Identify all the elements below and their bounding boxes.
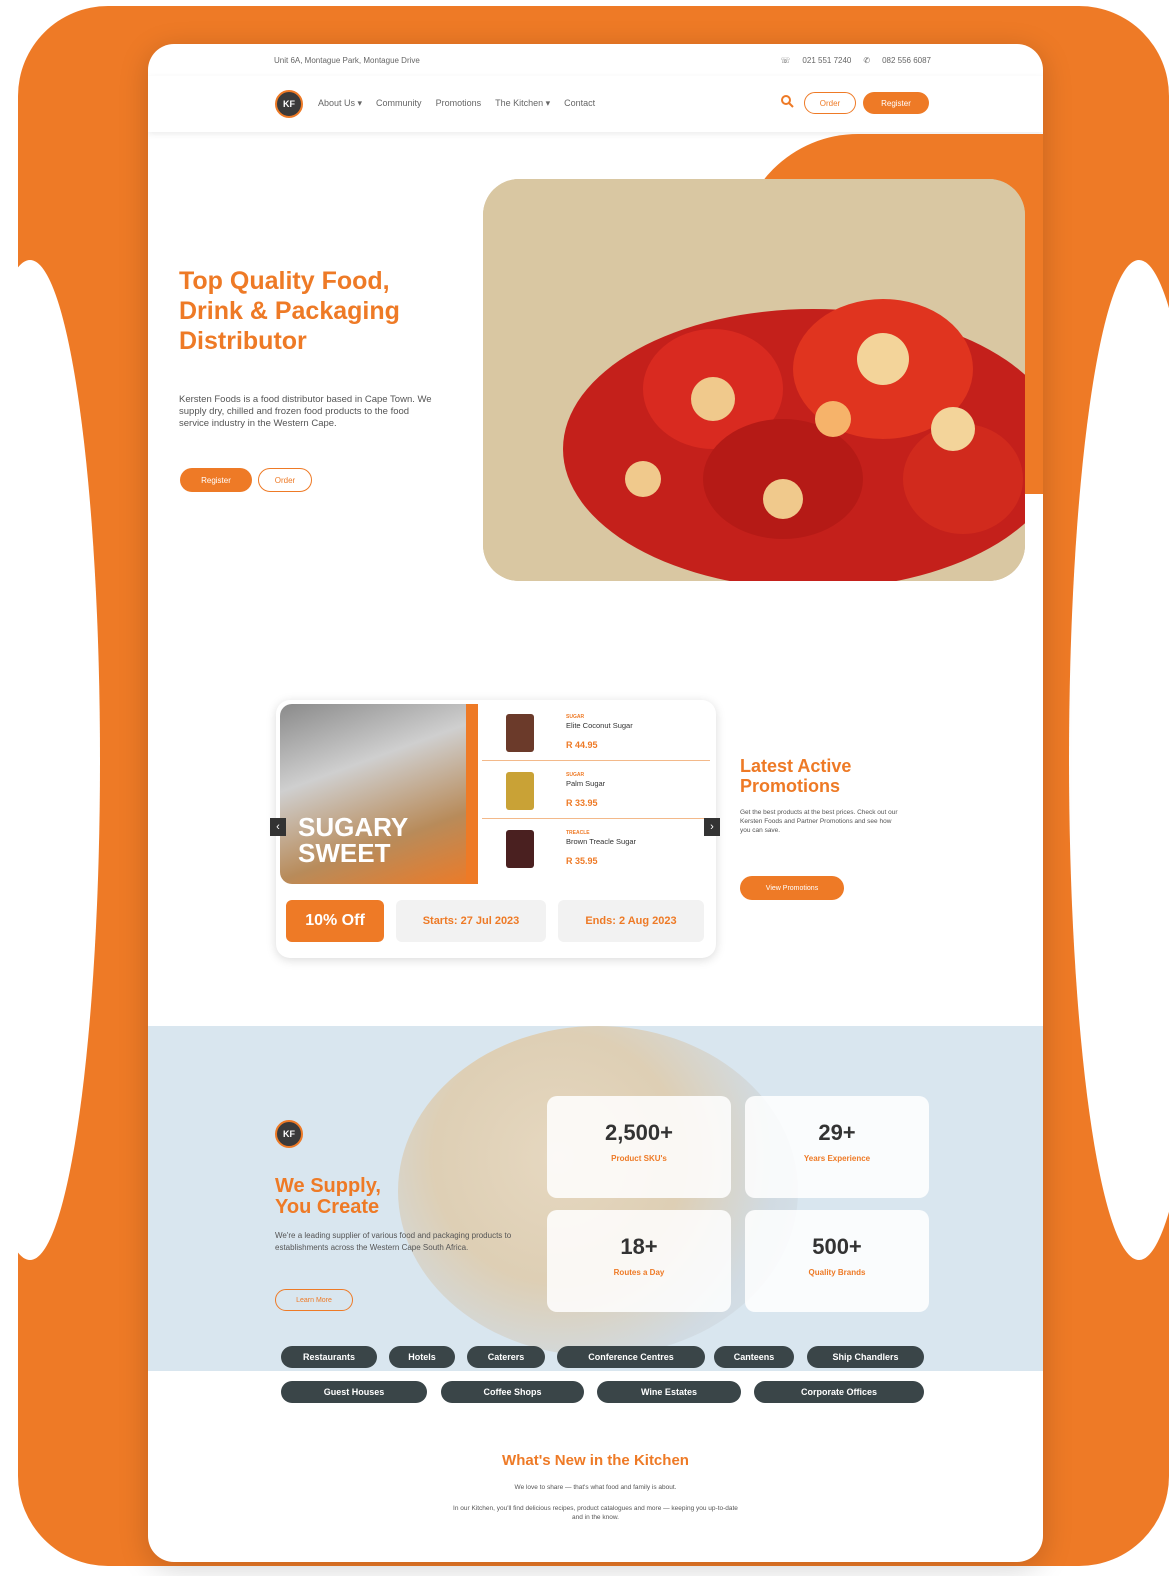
segment-ship-chandlers[interactable]: Ship Chandlers — [807, 1346, 924, 1368]
kf-logo-small: KF — [275, 1120, 303, 1148]
start-date: Starts: 27 Jul 2023 — [396, 900, 546, 942]
phone-icon: ☏ — [780, 56, 791, 65]
stat-card: 18+ Routes a Day — [547, 1210, 731, 1312]
view-promotions-button[interactable]: View Promotions — [740, 876, 844, 900]
kitchen-text: In our Kitchen, you'll find delicious re… — [453, 1505, 738, 1521]
stat-card: 500+ Quality Brands — [745, 1210, 929, 1312]
promotion-card: SUGARY SWEET SUGAR Elite Coconut Sugar R… — [276, 700, 716, 958]
product-price: R 44.95 — [566, 740, 598, 750]
hero-chili-image — [483, 179, 1025, 581]
stat-label: Routes a Day — [613, 1268, 665, 1277]
segment-guest-houses[interactable]: Guest Houses — [281, 1381, 427, 1403]
promo-product-list: SUGAR Elite Coconut Sugar R 44.95 SUGAR … — [482, 704, 710, 884]
banner-side-strip — [466, 704, 478, 884]
latest-promotions-title: Latest Active Promotions — [740, 756, 851, 796]
phone-number[interactable]: 021 551 7240 — [802, 56, 851, 65]
discount-badge: 10% Off — [286, 900, 384, 942]
stat-number: 2,500+ — [605, 1120, 673, 1145]
kf-logo[interactable]: KF — [275, 90, 303, 118]
whatsapp-icon: ✆ — [863, 56, 871, 65]
hero-register-button[interactable]: Register — [180, 468, 252, 492]
stat-card: 29+ Years Experience — [745, 1096, 929, 1198]
stat-card: 2,500+ Product SKU's — [547, 1096, 731, 1198]
chili-illustration — [483, 179, 1025, 581]
nav-promotions[interactable]: Promotions — [436, 98, 482, 109]
top-info-bar: Unit 6A, Montague Park, Montague Drive ☏… — [148, 44, 1043, 76]
carousel-prev-button[interactable]: ‹ — [270, 818, 286, 836]
supply-title-line-1: We Supply, — [275, 1175, 381, 1197]
contact-numbers: ☏ 021 551 7240 ✆ 082 556 6087 — [780, 56, 931, 65]
product-thumbnail — [506, 772, 534, 810]
product-category: SUGAR — [566, 772, 585, 778]
hero-description: Kersten Foods is a food distributor base… — [179, 394, 432, 429]
nav-about-us[interactable]: About Us ▾ — [318, 98, 362, 109]
segment-coffee-shops[interactable]: Coffee Shops — [441, 1381, 584, 1403]
website-frame: Unit 6A, Montague Park, Montague Drive ☏… — [148, 44, 1043, 1562]
nav-links: About Us ▾ Community Promotions The Kitc… — [318, 98, 595, 109]
segment-wine-estates[interactable]: Wine Estates — [597, 1381, 741, 1403]
segment-hotels[interactable]: Hotels — [389, 1346, 455, 1368]
stat-number: 18+ — [620, 1234, 658, 1259]
product-price: R 35.95 — [566, 856, 598, 866]
nav-contact[interactable]: Contact — [564, 98, 595, 109]
product-thumbnail — [506, 830, 534, 868]
search-icon[interactable] — [780, 94, 794, 108]
kitchen-subtitle: We love to share — that's what food and … — [514, 1484, 677, 1491]
product-thumbnail — [506, 714, 534, 752]
stat-number: 500+ — [812, 1234, 862, 1259]
product-category: TREACLE — [566, 830, 590, 836]
hero-order-button[interactable]: Order — [258, 468, 312, 492]
latest-title-line-1: Latest Active — [740, 756, 852, 776]
nav-the-kitchen[interactable]: The Kitchen ▾ — [495, 98, 550, 109]
carousel-next-button[interactable]: › — [704, 818, 720, 836]
stat-label: Product SKU's — [611, 1154, 667, 1163]
product-name: Palm Sugar — [566, 779, 606, 788]
stat-number: 29+ — [818, 1120, 856, 1145]
supply-title-line-2: You Create — [275, 1196, 380, 1218]
learn-more-button[interactable]: Learn More — [275, 1289, 353, 1311]
latest-promotions-description: Get the best products at the best prices… — [740, 809, 898, 834]
register-button[interactable]: Register — [863, 92, 929, 114]
segment-canteens[interactable]: Canteens — [714, 1346, 794, 1368]
banner-title-line-2: SWEET — [298, 838, 391, 868]
promo-product[interactable]: SUGAR Palm Sugar R 33.95 — [482, 762, 710, 819]
hero-title: Top Quality Food, Drink & Packaging Dist… — [179, 267, 400, 355]
product-name: Brown Treacle Sugar — [566, 837, 637, 846]
product-category: SUGAR — [566, 714, 585, 720]
sugary-sweet-banner: SUGARY SWEET — [280, 704, 478, 884]
segment-corporate-offices[interactable]: Corporate Offices — [754, 1381, 924, 1403]
segment-conference-centres[interactable]: Conference Centres — [557, 1346, 705, 1368]
order-button[interactable]: Order — [804, 92, 856, 114]
supply-title: We Supply, You Create — [275, 1176, 381, 1218]
kitchen-title: What's New in the Kitchen — [502, 1452, 689, 1469]
address-text: Unit 6A, Montague Park, Montague Drive — [274, 56, 420, 65]
segment-restaurants[interactable]: Restaurants — [281, 1346, 377, 1368]
whatsapp-number[interactable]: 082 556 6087 — [882, 56, 931, 65]
promo-details: 10% Off Starts: 27 Jul 2023 Ends: 2 Aug … — [284, 898, 708, 944]
end-date: Ends: 2 Aug 2023 — [558, 900, 704, 942]
main-navigation: KF About Us ▾ Community Promotions The K… — [148, 76, 1043, 132]
product-name: Elite Coconut Sugar — [566, 721, 633, 730]
stat-label: Years Experience — [803, 1154, 871, 1163]
nav-community[interactable]: Community — [376, 98, 422, 109]
banner-title-line-1: SUGARY — [298, 812, 409, 842]
supply-description: We're a leading supplier of various food… — [275, 1231, 512, 1252]
stat-label: Quality Brands — [808, 1268, 866, 1277]
latest-title-line-2: Promotions — [740, 776, 841, 796]
promo-product[interactable]: SUGAR Elite Coconut Sugar R 44.95 — [482, 704, 710, 761]
segment-caterers[interactable]: Caterers — [467, 1346, 545, 1368]
product-price: R 33.95 — [566, 798, 598, 808]
banner-title: SUGARY SWEET — [298, 814, 408, 866]
promo-product[interactable]: TREACLE Brown Treacle Sugar R 35.95 — [482, 820, 710, 876]
